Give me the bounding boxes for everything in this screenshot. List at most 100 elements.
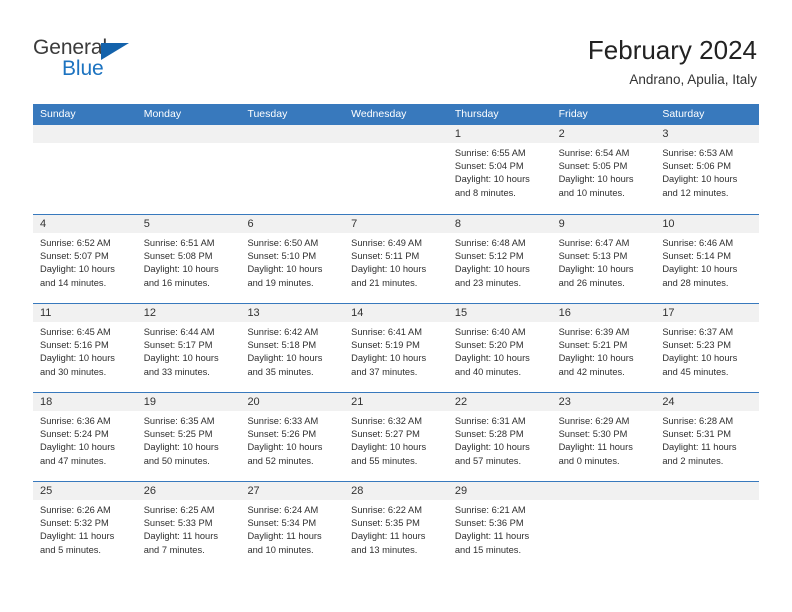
daylight-text: Daylight: 10 hours (247, 442, 323, 453)
day-cell-15[interactable]: 15 Sunrise: 6:40 AM Sunset: 5:20 PM Dayligh… (447, 304, 552, 392)
sunrise-text: Sunrise: 6:44 AM (143, 327, 215, 337)
sunset-text: Sunset: 5:31 PM (662, 429, 732, 440)
sunrise-text: Sunrise: 6:26 AM (40, 505, 111, 515)
weekday-header-friday: Friday (558, 108, 588, 120)
day-details: Sunrise: 6:32 AM Sunset: 5:27 PM Daylight:… (344, 411, 448, 468)
day-details: Sunrise: 6:47 AM Sunset: 5:13 PM Daylight:… (552, 233, 656, 290)
day-cell-17[interactable]: 17 Sunrise: 6:37 AM Sunset: 5:23 PM Dayligh… (655, 304, 760, 392)
calendar-grid: Sunday Monday Tuesday Wednesday Thursday Frid… (33, 104, 760, 570)
day-number: 7 (344, 215, 448, 233)
day-cell-21[interactable]: 21 Sunrise: 6:32 AM Sunset: 5:27 PM Dayligh… (344, 393, 448, 481)
sunrise-text: Sunrise: 6:49 AM (351, 238, 422, 248)
sunrise-text: Sunrise: 6:41 AM (351, 327, 422, 337)
day-cell-27[interactable]: 27 Sunrise: 6:24 AM Sunset: 5:34 PM Dayligh… (240, 482, 345, 570)
sunrise-text: Sunrise: 6:24 AM (247, 505, 319, 515)
daylight-minutes-text: and 13 minutes. (351, 544, 418, 555)
day-cell-8[interactable]: 8 Sunrise: 6:48 AM Sunset: 5:12 PM Daylight… (447, 215, 552, 303)
day-cell-9[interactable]: 9 Sunrise: 6:47 AM Sunset: 5:13 PM Daylight… (551, 215, 656, 303)
day-cell-26[interactable]: 26 Sunrise: 6:25 AM Sunset: 5:33 PM Dayligh… (136, 482, 241, 570)
daylight-text: Daylight: 11 hours (454, 531, 530, 542)
day-number (344, 125, 448, 143)
logo-triangle-icon (101, 43, 129, 60)
day-cell-22[interactable]: 22 Sunrise: 6:31 AM Sunset: 5:28 PM Dayligh… (447, 393, 552, 481)
daylight-text: Daylight: 10 hours (454, 264, 530, 275)
day-number: 22 (447, 393, 552, 411)
day-cell-19[interactable]: 19 Sunrise: 6:35 AM Sunset: 5:25 PM Dayligh… (136, 393, 241, 481)
sunset-text: Sunset: 5:16 PM (40, 340, 109, 351)
sunset-text: Sunset: 5:36 PM (454, 518, 524, 529)
page-title: February 2024 (587, 35, 757, 65)
day-number: 10 (655, 215, 760, 233)
day-cell-13[interactable]: 13 Sunrise: 6:42 AM Sunset: 5:18 PM Dayligh… (240, 304, 345, 392)
daylight-minutes-text: and 45 minutes. (662, 366, 729, 377)
daylight-text: Daylight: 10 hours (454, 174, 530, 185)
daylight-text: Daylight: 10 hours (247, 264, 323, 275)
day-cell-11[interactable]: 11 Sunrise: 6:45 AM Sunset: 5:16 PM Dayligh… (33, 304, 137, 392)
day-number: 8 (447, 215, 552, 233)
day-cell-16[interactable]: 16 Sunrise: 6:39 AM Sunset: 5:21 PM Dayligh… (551, 304, 656, 392)
day-details: Sunrise: 6:22 AM Sunset: 5:35 PM Daylight:… (344, 500, 448, 557)
weekday-header-wednesday: Wednesday (351, 108, 407, 120)
daylight-minutes-text: and 14 minutes. (40, 277, 107, 288)
day-details: Sunrise: 6:25 AM Sunset: 5:33 PM Daylight:… (137, 500, 241, 557)
daylight-text: Daylight: 10 hours (247, 353, 323, 364)
sunrise-text: Sunrise: 6:52 AM (40, 238, 111, 248)
daylight-minutes-text: and 35 minutes. (247, 366, 314, 377)
page-header: General Blue February 2024 Andrano, Apul… (0, 0, 792, 98)
day-cell-18[interactable]: 18 Sunrise: 6:36 AM Sunset: 5:24 PM Dayligh… (33, 393, 137, 481)
sunrise-text: Sunrise: 6:47 AM (558, 238, 630, 248)
day-details: Sunrise: 6:55 AM Sunset: 5:04 PM Daylight:… (448, 143, 552, 200)
daylight-minutes-text: and 8 minutes. (454, 187, 516, 198)
daylight-text: Daylight: 11 hours (40, 531, 115, 542)
day-number: 3 (655, 125, 760, 143)
daylight-text: Daylight: 10 hours (40, 442, 115, 453)
day-cell-6[interactable]: 6 Sunrise: 6:50 AM Sunset: 5:10 PM Daylight… (240, 215, 345, 303)
daylight-minutes-text: and 55 minutes. (351, 455, 418, 466)
day-cell-14[interactable]: 14 Sunrise: 6:41 AM Sunset: 5:19 PM Dayligh… (344, 304, 448, 392)
day-number: 25 (33, 482, 137, 500)
day-details: Sunrise: 6:44 AM Sunset: 5:17 PM Daylight:… (137, 322, 241, 379)
day-cell-28[interactable]: 28 Sunrise: 6:22 AM Sunset: 5:35 PM Dayligh… (344, 482, 448, 570)
day-cell-4[interactable]: 4 Sunrise: 6:52 AM Sunset: 5:07 PM Daylight… (33, 215, 137, 303)
day-cell-12[interactable]: 12 Sunrise: 6:44 AM Sunset: 5:17 PM Dayligh… (136, 304, 241, 392)
general-blue-logo[interactable]: General Blue (33, 36, 163, 84)
day-cell-3[interactable]: 3 Sunrise: 6:53 AM Sunset: 5:06 PM Daylight… (655, 125, 760, 214)
sunset-text: Sunset: 5:11 PM (351, 251, 420, 262)
day-cell-25[interactable]: 25 Sunrise: 6:26 AM Sunset: 5:32 PM Dayligh… (33, 482, 137, 570)
day-cell-23[interactable]: 23 Sunrise: 6:29 AM Sunset: 5:30 PM Dayligh… (551, 393, 656, 481)
day-cell-20[interactable]: 20 Sunrise: 6:33 AM Sunset: 5:26 PM Dayligh… (240, 393, 345, 481)
sunset-text: Sunset: 5:32 PM (40, 518, 109, 529)
day-number: 27 (240, 482, 345, 500)
daylight-minutes-text: and 15 minutes. (454, 544, 522, 555)
day-cell-2[interactable]: 2 Sunrise: 6:54 AM Sunset: 5:05 PM Daylight… (551, 125, 656, 214)
daylight-text: Daylight: 10 hours (558, 264, 634, 275)
day-details: Sunrise: 6:51 AM Sunset: 5:08 PM Daylight:… (137, 233, 241, 290)
sunrise-text: Sunrise: 6:51 AM (143, 238, 215, 248)
day-number: 29 (447, 482, 552, 500)
daylight-text: Daylight: 10 hours (40, 264, 115, 275)
day-details: Sunrise: 6:53 AM Sunset: 5:06 PM Daylight:… (655, 143, 759, 200)
day-details: Sunrise: 6:33 AM Sunset: 5:26 PM Daylight:… (240, 411, 344, 468)
daylight-minutes-text: and 26 minutes. (558, 277, 625, 288)
day-cell-7[interactable]: 7 Sunrise: 6:49 AM Sunset: 5:11 PM Daylight… (344, 215, 448, 303)
day-details: Sunrise: 6:36 AM Sunset: 5:24 PM Daylight:… (33, 411, 137, 468)
day-details: Sunrise: 6:48 AM Sunset: 5:12 PM Daylight:… (448, 233, 552, 290)
day-number (240, 125, 345, 143)
day-number: 17 (655, 304, 760, 322)
weekday-header-row: Sunday Monday Tuesday Wednesday Thursday Frid… (33, 104, 759, 125)
sunrise-text: Sunrise: 6:45 AM (40, 327, 111, 337)
day-cell-1[interactable]: 1 Sunrise: 6:55 AM Sunset: 5:04 PM Daylight… (447, 125, 552, 214)
sunrise-text: Sunrise: 6:39 AM (558, 327, 630, 337)
weekday-header-thursday: Thursday (454, 108, 499, 120)
sunset-text: Sunset: 5:20 PM (454, 340, 524, 351)
daylight-minutes-text: and 50 minutes. (143, 455, 210, 466)
day-cell-10[interactable]: 10 Sunrise: 6:46 AM Sunset: 5:14 PM Dayligh… (655, 215, 760, 303)
daylight-text: Daylight: 11 hours (351, 531, 426, 542)
day-cell-29[interactable]: 29 Sunrise: 6:21 AM Sunset: 5:36 PM Dayligh… (447, 482, 552, 570)
day-cell-empty (240, 125, 345, 214)
daylight-text: Daylight: 10 hours (143, 353, 219, 364)
day-cell-5[interactable]: 5 Sunrise: 6:51 AM Sunset: 5:08 PM Daylight… (136, 215, 241, 303)
daylight-text: Daylight: 10 hours (40, 353, 115, 364)
day-cell-24[interactable]: 24 Sunrise: 6:28 AM Sunset: 5:31 PM Dayligh… (655, 393, 760, 481)
daylight-text: Daylight: 11 hours (247, 531, 322, 542)
